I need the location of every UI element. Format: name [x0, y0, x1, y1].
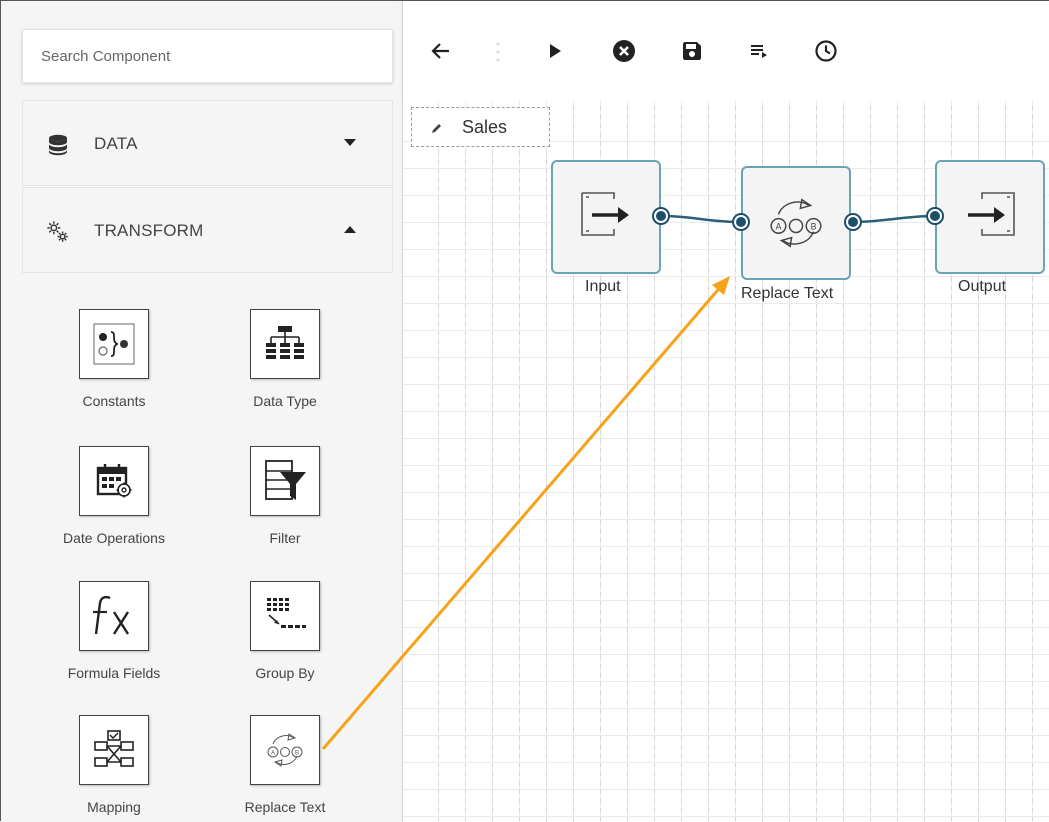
component-filter[interactable]: Filter: [210, 446, 360, 546]
stop-button[interactable]: [610, 37, 638, 65]
input-port[interactable]: [732, 213, 750, 231]
run-button[interactable]: [541, 37, 569, 65]
logs-button[interactable]: [745, 37, 773, 65]
section-data-label: DATA: [94, 134, 138, 153]
database-icon: [49, 134, 67, 156]
save-icon: [683, 42, 701, 60]
component-tile: [250, 446, 320, 516]
component-tile: [250, 309, 320, 379]
chevron-down-icon: [344, 139, 356, 146]
svg-text:B: B: [295, 751, 299, 757]
mapping-icon: [94, 730, 134, 767]
component-label: Mapping: [87, 799, 141, 815]
node-input[interactable]: [551, 160, 661, 274]
component-tile: [79, 715, 149, 785]
play-icon: [550, 44, 561, 58]
component-data-type[interactable]: Data Type: [210, 309, 360, 409]
component-tile: A B: [250, 715, 320, 785]
component-label: Formula Fields: [67, 665, 161, 681]
section-data[interactable]: DATA: [22, 100, 393, 186]
constants-icon: [93, 323, 135, 365]
back-button[interactable]: [427, 37, 455, 65]
group-by-icon: [267, 598, 306, 628]
component-tile: [250, 581, 320, 651]
component-sidebar: DATA TRANSFORM Constants: [1, 1, 403, 822]
playlist-icon: [751, 45, 767, 58]
input-port[interactable]: [926, 207, 944, 225]
section-transform[interactable]: TRANSFORM: [22, 187, 393, 273]
save-button[interactable]: [678, 37, 706, 65]
component-replace-text[interactable]: A B Replace Text: [210, 715, 360, 815]
pipeline-canvas[interactable]: Sales Input A B Replace Text Output: [403, 101, 1049, 822]
output-port[interactable]: [844, 213, 862, 231]
formula-fields-icon: [93, 595, 130, 635]
svg-text:A: A: [776, 222, 782, 232]
component-label: Group By: [255, 665, 315, 681]
gears-icon: [47, 221, 68, 242]
node-output[interactable]: [935, 160, 1045, 274]
date-operations-icon: [96, 464, 132, 498]
node-label: Replace Text: [741, 285, 834, 302]
more-vertical-icon: [496, 41, 500, 63]
output-icon: [968, 192, 1015, 236]
component-tile: [79, 309, 149, 379]
search-component-input[interactable]: [22, 29, 393, 83]
pipeline-toolbar: [403, 1, 1049, 101]
chevron-up-icon: [344, 226, 356, 233]
component-mapping[interactable]: Mapping: [39, 715, 189, 815]
svg-text:B: B: [811, 222, 817, 232]
replace-text-icon: A B: [267, 733, 303, 767]
node-label: Output: [958, 278, 1007, 295]
component-label: Constants: [82, 393, 146, 409]
node-label: Input: [585, 278, 621, 295]
back-arrow-icon: [431, 43, 449, 59]
component-label: Date Operations: [63, 530, 165, 546]
data-type-icon: [266, 326, 304, 359]
node-replace-text[interactable]: A B: [741, 166, 851, 280]
component-tile: [79, 581, 149, 651]
replace-text-icon: A B: [770, 198, 822, 248]
svg-text:A: A: [271, 751, 275, 757]
history-clock-icon: [815, 40, 837, 62]
component-constants[interactable]: Constants: [39, 309, 189, 409]
filter-icon: [265, 460, 306, 500]
component-label: Filter: [269, 530, 301, 546]
section-transform-label: TRANSFORM: [94, 221, 204, 240]
output-port[interactable]: [652, 207, 670, 225]
component-tile: [79, 446, 149, 516]
component-group-by[interactable]: Group By: [210, 581, 360, 681]
input-icon: [581, 192, 629, 236]
component-label: Data Type: [253, 393, 317, 409]
component-formula-fields[interactable]: Formula Fields: [39, 581, 189, 681]
history-button[interactable]: [812, 37, 840, 65]
component-label: Replace Text: [244, 799, 326, 815]
component-date-operations[interactable]: Date Operations: [39, 446, 189, 546]
stop-icon: [613, 40, 635, 62]
